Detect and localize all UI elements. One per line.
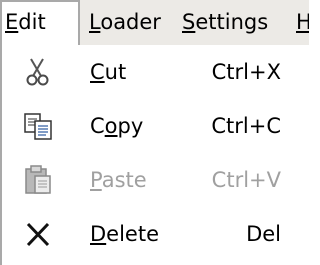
menu-item-copy-shortcut: Ctrl+C	[211, 114, 281, 138]
menu-item-cut-label: Cut	[90, 60, 127, 84]
menu-item-delete-label: Delete	[90, 222, 159, 246]
application-window: Edit Loader Settings H Cut Ctrl+X Copy C…	[0, 0, 309, 265]
menu-loader-label: oader	[100, 10, 161, 34]
menu-settings-label: ettings	[195, 10, 269, 34]
menu-item-copy[interactable]: Copy Ctrl+C	[2, 99, 309, 153]
menu-item-paste[interactable]: Paste Ctrl+V	[2, 153, 309, 207]
menu-item-cut[interactable]: Cut Ctrl+X	[2, 45, 309, 99]
menu-edit[interactable]: Edit	[0, 0, 80, 45]
scissors-icon	[22, 56, 54, 88]
menu-item-delete[interactable]: Delete Del	[2, 207, 309, 261]
copy-icon	[22, 110, 54, 142]
menu-item-copy-label: Copy	[90, 114, 144, 138]
menu-item-paste-label: Paste	[90, 168, 147, 192]
clipboard-icon	[22, 164, 54, 196]
menu-item-delete-shortcut: Del	[246, 222, 281, 246]
menu-settings-mnemonic: S	[182, 10, 196, 34]
menu-item-cut-shortcut: Ctrl+X	[211, 60, 281, 84]
menu-loader[interactable]: Loader	[89, 0, 161, 45]
delete-x-icon	[22, 218, 54, 250]
menu-help-mnemonic: H	[296, 10, 309, 34]
menu-loader-mnemonic: L	[89, 10, 101, 34]
menu-settings[interactable]: Settings	[182, 0, 268, 45]
edit-dropdown-menu: Cut Ctrl+X Copy Ctrl+C Paste Ctrl+V Dele…	[0, 45, 309, 265]
menu-edit-label: dit	[18, 10, 46, 34]
menu-bar: Edit Loader Settings H	[0, 0, 309, 45]
menu-item-paste-shortcut: Ctrl+V	[211, 168, 281, 192]
menu-edit-mnemonic: E	[5, 10, 19, 34]
menu-help[interactable]: H	[296, 0, 309, 45]
